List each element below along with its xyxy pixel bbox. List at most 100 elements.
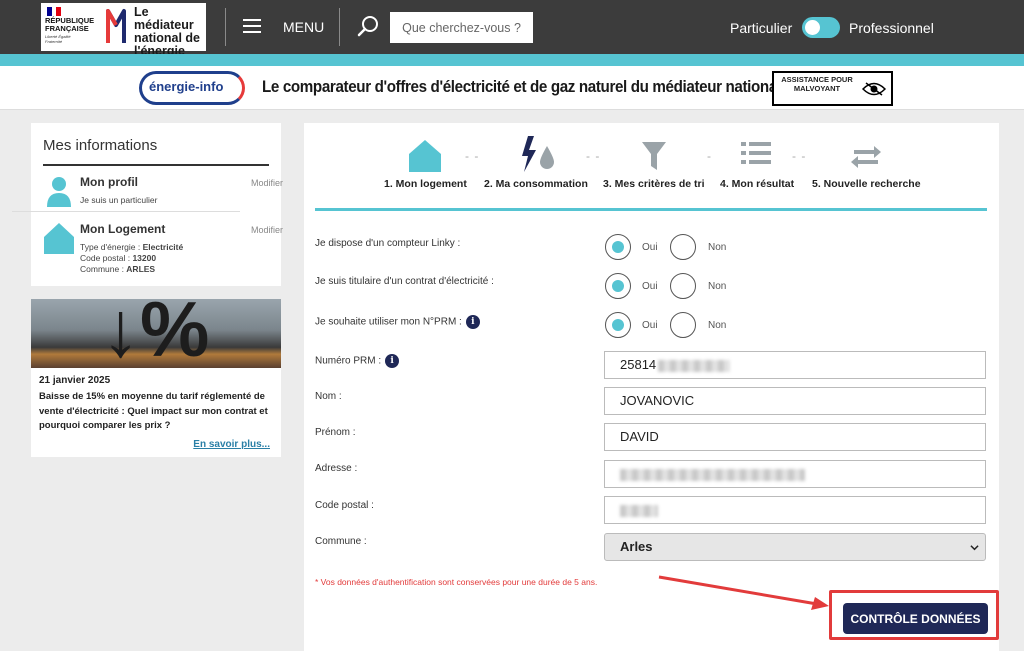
- housing-row: Mon Logement Modifier Type d'énergie : E…: [43, 222, 283, 278]
- brand-label: Le médiateur national de l'énergie: [134, 5, 200, 58]
- step-sort-criteria[interactable]: 3. Mes critères de tri: [603, 132, 705, 190]
- my-info-card: Mes informations Mon profil Modifier Je …: [31, 123, 283, 286]
- french-flag-icon: [47, 7, 62, 16]
- toggle-knob: [805, 20, 820, 35]
- chevron-down-icon: [970, 545, 979, 551]
- eye-icon: [862, 82, 886, 96]
- step-connector: -: [707, 149, 712, 163]
- header-separator: [339, 8, 340, 46]
- prm-number-label: Numéro PRM :i: [315, 354, 400, 368]
- accessibility-label: ASSISTANCE POUR MALVOYANT: [781, 75, 853, 93]
- step-new-search[interactable]: 5. Nouvelle recherche: [812, 132, 921, 190]
- republic-devise: Liberté Égalité Fraternité: [45, 34, 71, 44]
- prm-use-question: Je souhaite utiliser mon N°PRM :i: [315, 315, 480, 329]
- prm-use-yes-label[interactable]: Oui: [642, 320, 658, 331]
- banner: énergie-info Le comparateur d'offres d'é…: [0, 66, 1024, 110]
- read-more-link[interactable]: En savoir plus...: [193, 439, 270, 450]
- titulaire-yes-label[interactable]: Oui: [642, 281, 658, 292]
- modify-housing-link[interactable]: Modifier: [251, 225, 283, 235]
- info-separator: [12, 211, 240, 212]
- news-image[interactable]: ↓%: [31, 299, 281, 368]
- search-input[interactable]: [390, 12, 533, 43]
- linky-no-radio[interactable]: [670, 234, 696, 260]
- data-retention-note: * Vos données d'authentification sont co…: [315, 577, 598, 587]
- profile-particulier-label[interactable]: Particulier: [730, 20, 792, 36]
- step-label: 1. Mon logement: [384, 178, 467, 190]
- prm-use-no-radio[interactable]: [670, 312, 696, 338]
- accent-bar: [0, 54, 1024, 66]
- titulaire-question: Je suis titulaire d'un contrat d'électri…: [315, 276, 494, 287]
- step-result[interactable]: 4. Mon résultat: [720, 132, 794, 190]
- prm-number-input[interactable]: 25814: [604, 351, 986, 379]
- news-date: 21 janvier 2025: [39, 375, 111, 386]
- commune-select[interactable]: Arles: [604, 533, 986, 561]
- titulaire-no-label[interactable]: Non: [708, 281, 726, 292]
- site-logo[interactable]: RÉPUBLIQUE FRANÇAISE Liberté Égalité Fra…: [41, 3, 206, 58]
- prm-number-value: 25814: [620, 357, 657, 372]
- commune-label: Commune :: [315, 536, 367, 547]
- profile-professionnel-label[interactable]: Professionnel: [849, 20, 934, 36]
- energie-info-logo[interactable]: énergie-info: [139, 71, 245, 105]
- nom-label: Nom :: [315, 391, 342, 402]
- prm-use-no-label[interactable]: Non: [708, 320, 726, 331]
- step-label: 4. Mon résultat: [720, 178, 795, 190]
- menu-button[interactable]: MENU: [283, 19, 324, 35]
- linky-yes-label[interactable]: Oui: [642, 242, 658, 253]
- commune: Commune : ARLES: [80, 264, 156, 274]
- profile-toggle[interactable]: [802, 17, 840, 38]
- accessibility-button[interactable]: ASSISTANCE POUR MALVOYANT: [772, 71, 893, 106]
- adresse-label: Adresse :: [315, 463, 358, 474]
- hamburger-menu-icon[interactable]: [243, 19, 261, 34]
- header-separator: [225, 8, 226, 46]
- linky-yes-radio[interactable]: [605, 234, 631, 260]
- profile-row: Mon profil Modifier Je suis un particuli…: [43, 175, 283, 209]
- prenom-input[interactable]: DAVID: [604, 423, 986, 451]
- linky-question: Je dispose d'un compteur Linky :: [315, 238, 461, 249]
- form-panel: 1. Mon logement - - 2. Ma consommation -…: [304, 123, 999, 651]
- step-consumption[interactable]: 2. Ma consommation: [484, 132, 588, 190]
- info-icon[interactable]: i: [465, 315, 480, 329]
- step-connector: - -: [465, 149, 480, 163]
- step-connector: - -: [792, 149, 807, 163]
- modify-profile-link[interactable]: Modifier: [251, 178, 283, 188]
- news-image-glyph: ↓%: [101, 299, 210, 368]
- search-icon[interactable]: [356, 14, 380, 38]
- house-icon: [44, 223, 74, 254]
- step-label: 3. Mes critères de tri: [603, 178, 705, 190]
- code-postal-input[interactable]: [604, 496, 986, 524]
- nom-input[interactable]: JOVANOVIC: [604, 387, 986, 415]
- top-bar: RÉPUBLIQUE FRANÇAISE Liberté Égalité Fra…: [0, 0, 1024, 58]
- code-postal-label: Code postal :: [315, 500, 374, 511]
- energy-consumption-icon: [521, 136, 554, 172]
- controle-donnees-button[interactable]: CONTRÔLE DONNÉES: [843, 603, 988, 634]
- energy-type: Type d'énergie : Electricité: [80, 242, 184, 252]
- step-label: 5. Nouvelle recherche: [812, 178, 921, 190]
- adresse-input[interactable]: [604, 460, 986, 488]
- title-underline: [43, 164, 269, 166]
- step-housing[interactable]: 1. Mon logement: [384, 132, 467, 190]
- filter-icon: [641, 142, 666, 170]
- titulaire-no-radio[interactable]: [670, 273, 696, 299]
- news-headline[interactable]: Baisse de 15% en moyenne du tarif réglem…: [39, 390, 275, 434]
- user-icon: [47, 177, 71, 207]
- prenom-label: Prénom :: [315, 427, 356, 438]
- profile-description: Je suis un particulier: [80, 195, 158, 205]
- postal-code: Code postal : 13200: [80, 253, 157, 263]
- redacted-text: [620, 468, 805, 481]
- titulaire-yes-radio[interactable]: [605, 273, 631, 299]
- step-connector: - -: [586, 149, 601, 163]
- info-icon[interactable]: i: [385, 354, 400, 368]
- repeat-icon: [851, 146, 882, 168]
- step-label: 2. Ma consommation: [484, 178, 588, 190]
- steps-underline: [315, 208, 987, 211]
- linky-no-label[interactable]: Non: [708, 242, 726, 253]
- energie-info-label: énergie-info: [149, 79, 224, 94]
- mediateur-m-icon: [106, 9, 126, 43]
- housing-title: Mon Logement: [80, 222, 166, 236]
- prm-use-yes-radio[interactable]: [605, 312, 631, 338]
- redacted-text: [658, 359, 731, 372]
- my-info-title: Mes informations: [43, 137, 158, 154]
- list-icon: [741, 142, 772, 164]
- republic-label: RÉPUBLIQUE FRANÇAISE: [45, 16, 95, 33]
- commune-selected: Arles: [620, 539, 653, 554]
